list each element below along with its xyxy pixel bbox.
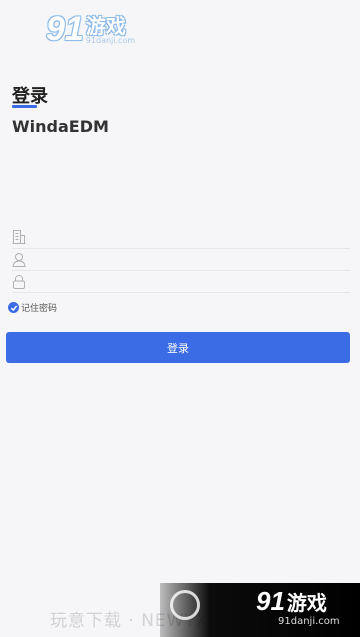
watermark-number: 91 (46, 10, 84, 48)
username-input[interactable] (34, 249, 350, 271)
remember-password-label: 记住密码 (21, 304, 58, 314)
watermark-number: 91 (256, 586, 285, 616)
watermark-brand: 游戏 (286, 591, 327, 615)
divider (12, 292, 350, 293)
building-icon (12, 229, 26, 245)
password-field (12, 271, 350, 293)
watermark-url: 91danji.com (278, 616, 340, 627)
watermark-circle-icon (170, 590, 200, 620)
password-input[interactable] (34, 271, 350, 293)
watermark-url: 91danji.com (85, 36, 136, 45)
title-underline (12, 105, 37, 108)
lock-icon (12, 274, 26, 290)
remember-password-toggle[interactable]: 记住密码 (8, 301, 57, 314)
login-button[interactable]: 登录 (6, 332, 350, 363)
company-input[interactable] (34, 226, 350, 248)
app-name: WindaEDM (12, 117, 109, 136)
username-field (12, 249, 350, 271)
checkbox-checked-icon[interactable] (8, 302, 19, 313)
watermark-brand: 游戏 (85, 14, 126, 38)
company-field (12, 226, 350, 248)
user-icon (12, 252, 26, 268)
watermark-logo-bottom: 91 游戏 (256, 588, 327, 614)
watermark-logo-top: 91 游戏 91danji.com (46, 12, 135, 46)
